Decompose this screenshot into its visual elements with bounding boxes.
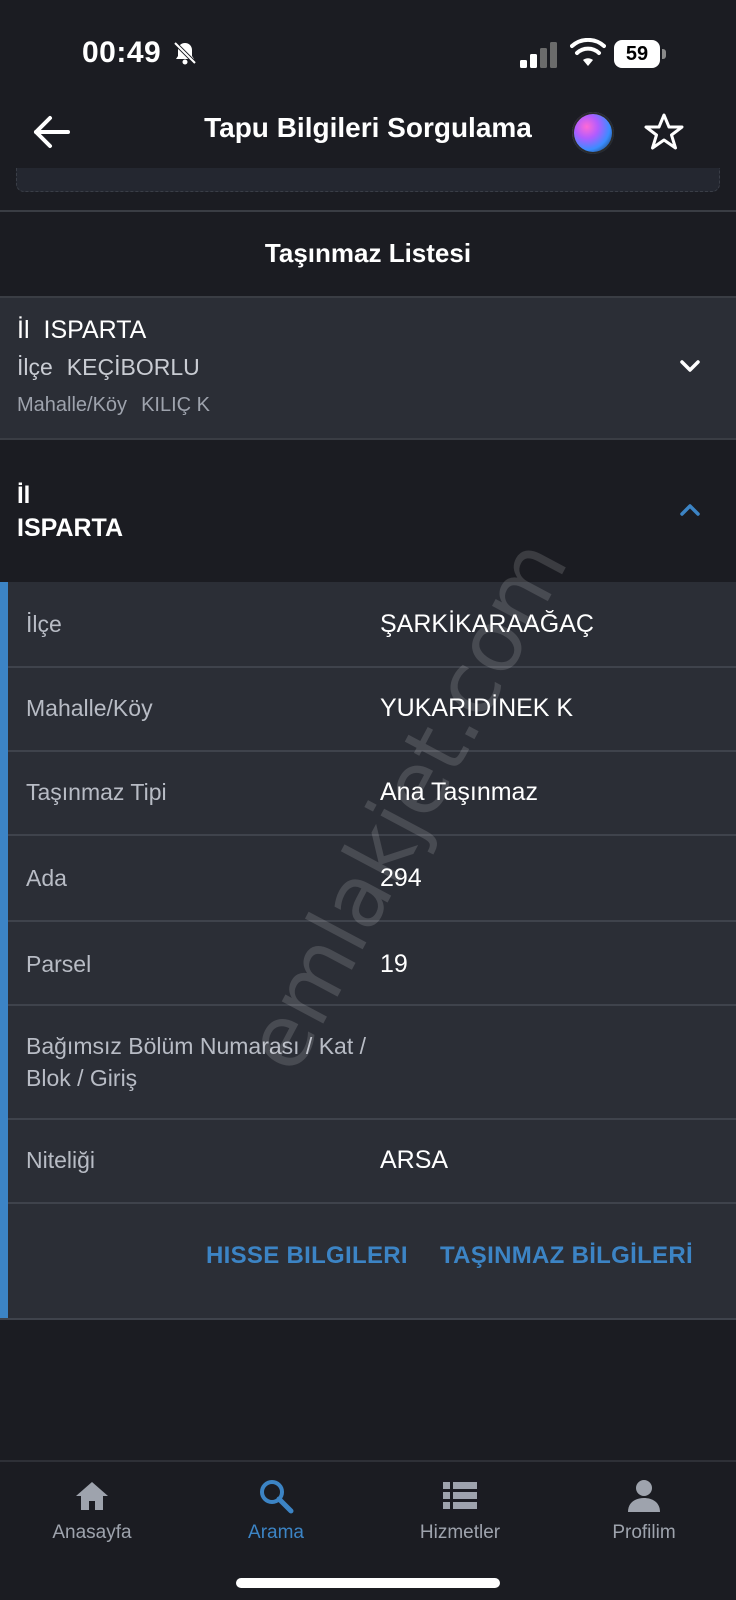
il-label: İl [17, 482, 31, 509]
nav-bar: Tapu Bilgileri Sorgulama [0, 100, 736, 168]
chevron-down-icon[interactable] [676, 354, 704, 378]
card-actions: HISSE BILGILERI TAŞINMAZ BİLGİLERİ [8, 1202, 736, 1318]
tab-arama[interactable]: Arama [184, 1472, 368, 1552]
mahalle-row: Mahalle/Köy KILIÇ K [17, 394, 210, 417]
detail-value: Ana Taşınmaz [380, 778, 538, 806]
section-header: Taşınmaz Listesi [0, 212, 736, 296]
star-outline-icon[interactable] [644, 112, 684, 152]
section-title: Taşınmaz Listesi [264, 238, 472, 268]
detail-row-niteligi: Niteliği ARSA [8, 1120, 736, 1204]
status-time: 00:49 [82, 36, 162, 69]
detail-row-tasinmaz-tipi: Taşınmaz Tipi Ana Taşınmaz [8, 752, 736, 836]
page-title: Tapu Bilgileri Sorgulama [204, 112, 532, 143]
property-details: İlçe ŞARKİKARAAĞAÇ Mahalle/Köy YUKARIDİN… [0, 582, 736, 1318]
detail-value: ARSA [380, 1146, 449, 1174]
detail-row-mahalle: Mahalle/Köy YUKARIDİNEK K [8, 668, 736, 752]
tab-label: Arama [248, 1522, 304, 1543]
divider [0, 1318, 736, 1320]
detail-row-parsel: Parsel 19 [8, 922, 736, 1006]
ilce-label: İlçe [17, 354, 53, 380]
detail-label: Mahalle/Köy [26, 695, 153, 721]
mahalle-label: Mahalle/Köy [17, 394, 128, 416]
detail-row-ada: Ada 294 [8, 836, 736, 922]
cellular-signal-icon [520, 42, 557, 68]
detail-value: 294 [380, 864, 422, 892]
siri-icon[interactable] [572, 112, 614, 154]
screen: 00:49 59 Tapu Bilgileri Sorgulama Taşınm… [0, 0, 736, 1600]
bell-slash-icon [173, 41, 197, 65]
person-icon [628, 1480, 660, 1512]
detail-value: YUKARIDİNEK K [380, 694, 574, 722]
accent-bar [0, 582, 8, 1318]
wifi-icon [570, 38, 606, 66]
il-value: ISPARTA [17, 514, 124, 542]
property-card-expanded-header[interactable]: İl ISPARTA [0, 440, 736, 582]
tasinmaz-bilgileri-button[interactable]: TAŞINMAZ BİLGİLERİ [440, 1242, 693, 1270]
tab-label: Hizmetler [419, 1522, 501, 1543]
chevron-up-icon[interactable] [676, 498, 704, 522]
detail-row-bagimsiz-bolum: Bağımsız Bölüm Numarası / Kat / Blok / G… [8, 1006, 736, 1120]
detail-label: Parsel [26, 951, 92, 977]
battery-level: 59 [625, 43, 649, 65]
home-icon [76, 1482, 108, 1510]
ilce-row: İlçe KEÇİBORLU [17, 354, 200, 381]
tab-hizmetler[interactable]: Hizmetler [368, 1472, 552, 1552]
property-card-collapsed[interactable]: İl ISPARTA İlçe KEÇİBORLU Mahalle/Köy KILIÇ… [0, 298, 736, 438]
hisse-bilgileri-button[interactable]: HISSE BILGILERI [206, 1242, 408, 1270]
battery-icon: 59 [614, 40, 666, 68]
home-indicator[interactable] [236, 1578, 500, 1588]
tab-label: Profilim [612, 1522, 676, 1543]
detail-label: Ada [26, 865, 67, 891]
tab-profilim[interactable]: Profilim [552, 1472, 736, 1552]
detail-row-ilce: İlçe ŞARKİKARAAĞAÇ [8, 582, 736, 668]
status-bar: 00:49 59 [0, 0, 736, 100]
mahalle-value: KILIÇ K [141, 394, 210, 416]
detail-value: ŞARKİKARAAĞAÇ [380, 610, 594, 638]
search-icon [260, 1480, 294, 1514]
detail-label: Niteliği [26, 1147, 96, 1173]
detail-label: Taşınmaz Tipi [26, 779, 167, 805]
il-value: ISPARTA [43, 316, 147, 344]
il-label: İl [17, 316, 30, 344]
tab-label: Anasayfa [52, 1522, 132, 1543]
detail-label: İlçe [26, 611, 62, 637]
il-row: İl ISPARTA [17, 316, 146, 345]
tab-anasayfa[interactable]: Anasayfa [0, 1472, 184, 1552]
ilce-value: KEÇİBORLU [66, 354, 200, 380]
detail-label: Bağımsız Bölüm Numarası / Kat / Blok / G… [26, 1033, 367, 1091]
list-icon [443, 1482, 477, 1509]
detail-value: 19 [380, 950, 408, 978]
